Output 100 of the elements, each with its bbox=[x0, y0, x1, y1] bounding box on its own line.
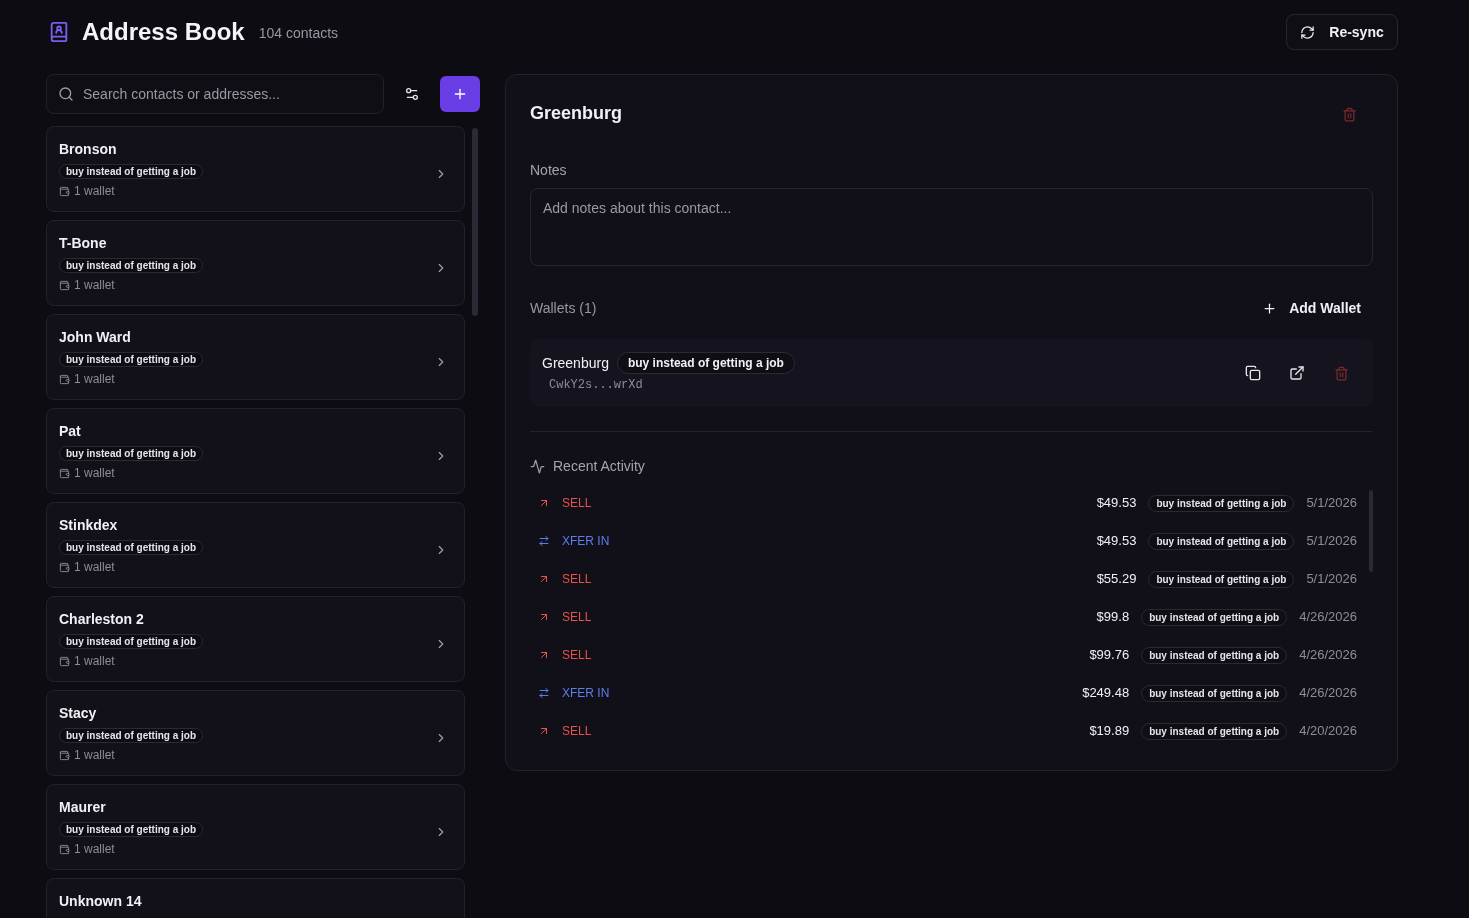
wallet-count: 1 wallet bbox=[74, 371, 115, 388]
contact-tag: buy instead of getting a job bbox=[59, 728, 203, 743]
contact-card[interactable]: Pat buy instead of getting a job 1 wallet bbox=[46, 408, 465, 494]
contact-name: Stinkdex bbox=[59, 516, 118, 535]
activity-amount: $55.29 bbox=[1096, 570, 1137, 589]
contact-card[interactable]: Unknown 14 bbox=[46, 878, 465, 918]
wallet-count: 1 wallet bbox=[74, 277, 115, 294]
notes-label: Notes bbox=[530, 161, 568, 180]
address-book-icon bbox=[48, 20, 70, 44]
wallet-address: CwkY2s...wrXd bbox=[548, 377, 644, 394]
plus-icon bbox=[452, 86, 468, 102]
activity-amount: $49.53 bbox=[1096, 532, 1137, 551]
wallet-icon bbox=[59, 655, 70, 667]
contact-card[interactable]: Charleston 2 buy instead of getting a job 1 wallet bbox=[46, 596, 465, 682]
contact-card[interactable]: Stinkdex buy instead of getting a job 1 wallet bbox=[46, 502, 465, 588]
add-contact-button[interactable] bbox=[440, 76, 480, 112]
wallet-icon bbox=[59, 561, 70, 573]
activity-type: XFER IN bbox=[562, 685, 610, 702]
activity-type: SELL bbox=[562, 571, 592, 588]
search-field[interactable]: Search contacts or addresses... bbox=[46, 74, 384, 114]
wallet-count: 1 wallet bbox=[74, 841, 115, 858]
wallet-icon bbox=[59, 279, 70, 291]
arrow-up-right-icon bbox=[538, 611, 550, 623]
activity-date: 5/1/2026 bbox=[1306, 494, 1357, 513]
resync-button[interactable]: Re-sync bbox=[1286, 14, 1398, 50]
contact-name: Bronson bbox=[59, 140, 117, 159]
notes-field[interactable]: Add notes about this contact... bbox=[530, 188, 1373, 266]
wallet-icon bbox=[59, 467, 70, 479]
activity-tag: buy instead of getting a job bbox=[1148, 532, 1295, 550]
pulse-line-icon bbox=[530, 458, 545, 474]
contact-tag: buy instead of getting a job bbox=[59, 634, 203, 649]
contact-tag: buy instead of getting a job bbox=[59, 258, 203, 273]
contact-name: Unknown 14 bbox=[59, 892, 142, 911]
wallet-tag: buy instead of getting a job bbox=[616, 352, 795, 374]
wallet-count: 1 wallet bbox=[74, 747, 115, 764]
wallet-name: Greenburg bbox=[542, 353, 609, 373]
activity-tag: buy instead of getting a job bbox=[1141, 684, 1288, 702]
page-title: Address Book bbox=[82, 17, 245, 47]
wallet-icon bbox=[59, 749, 70, 761]
wallet-count: 1 wallet bbox=[74, 465, 115, 482]
contact-name: Charleston 2 bbox=[59, 610, 144, 629]
wallet-icon bbox=[59, 373, 70, 385]
contact-tag: buy instead of getting a job bbox=[59, 164, 203, 179]
activity-date: 4/26/2026 bbox=[1299, 684, 1357, 703]
contact-card[interactable]: Bronson buy instead of getting a job 1 wallet bbox=[46, 126, 465, 212]
search-icon bbox=[58, 86, 74, 102]
activity-date: 5/1/2026 bbox=[1306, 532, 1357, 551]
activity-amount: $99.8 bbox=[1096, 608, 1130, 627]
contact-name: John Ward bbox=[59, 328, 131, 347]
contact-tag: buy instead of getting a job bbox=[59, 822, 203, 837]
activity-date: 4/26/2026 bbox=[1299, 608, 1357, 627]
contact-name: Stacy bbox=[59, 704, 97, 723]
wallet-icon bbox=[59, 843, 70, 855]
activity-date: 4/20/2026 bbox=[1299, 722, 1357, 741]
wallet-count: 1 wallet bbox=[74, 653, 115, 670]
activity-tag: buy instead of getting a job bbox=[1141, 608, 1288, 626]
activity-type: SELL bbox=[562, 723, 592, 740]
arrow-up-right-icon bbox=[538, 725, 550, 737]
activity-amount: $249.48 bbox=[1082, 684, 1130, 703]
contact-name: Pat bbox=[59, 422, 81, 441]
contact-name: T-Bone bbox=[59, 234, 107, 253]
trash-icon bbox=[1341, 106, 1357, 122]
activity-date: 5/1/2026 bbox=[1306, 570, 1357, 589]
activity-tag: buy instead of getting a job bbox=[1141, 722, 1288, 740]
activity-tag: buy instead of getting a job bbox=[1141, 646, 1288, 664]
arrow-up-right-icon bbox=[538, 497, 550, 509]
activity-amount: $99.76 bbox=[1089, 646, 1130, 665]
activity-type: SELL bbox=[562, 647, 592, 664]
contact-card[interactable]: T-Bone buy instead of getting a job 1 wallet bbox=[46, 220, 465, 306]
refresh-icon bbox=[1300, 24, 1316, 40]
wallet-count: 1 wallet bbox=[74, 559, 115, 576]
activity-type: SELL bbox=[562, 495, 592, 512]
activity-tag: buy instead of getting a job bbox=[1148, 570, 1295, 588]
activity-amount: $49.53 bbox=[1096, 494, 1137, 513]
trash-icon bbox=[1333, 365, 1349, 381]
activity-date: 4/26/2026 bbox=[1299, 646, 1357, 665]
external-link-icon bbox=[1289, 365, 1305, 381]
contact-tag: buy instead of getting a job bbox=[59, 352, 203, 367]
contact-name: Maurer bbox=[59, 798, 106, 817]
contact-card[interactable]: John Ward buy instead of getting a job 1 wallet bbox=[46, 314, 465, 400]
activity-amount: $19.89 bbox=[1089, 722, 1130, 741]
activity-type: XFER IN bbox=[562, 533, 610, 550]
wallet-icon bbox=[59, 185, 70, 197]
contact-card[interactable]: Stacy buy instead of getting a job 1 wallet bbox=[46, 690, 465, 776]
contact-card[interactable]: Maurer buy instead of getting a job 1 wallet bbox=[46, 784, 465, 870]
scrollbar-thumb[interactable] bbox=[472, 128, 478, 316]
activity-tag: buy instead of getting a job bbox=[1148, 494, 1295, 512]
activity-heading: Recent Activity bbox=[553, 456, 645, 476]
wallets-heading: Wallets (1) bbox=[530, 298, 597, 318]
activity-type: SELL bbox=[562, 609, 592, 626]
swap-arrows-icon bbox=[538, 535, 550, 547]
contact-title: Greenburg bbox=[530, 102, 622, 125]
arrow-up-right-icon bbox=[538, 649, 550, 661]
contact-tag: buy instead of getting a job bbox=[59, 446, 203, 461]
contact-tag: buy instead of getting a job bbox=[59, 540, 203, 555]
plus-icon bbox=[1262, 300, 1278, 316]
sliders-icon bbox=[404, 86, 420, 102]
contact-count: 104 contacts bbox=[258, 23, 339, 43]
arrow-up-right-icon bbox=[538, 573, 550, 585]
add-wallet-button[interactable]: Add Wallet bbox=[1250, 290, 1373, 326]
